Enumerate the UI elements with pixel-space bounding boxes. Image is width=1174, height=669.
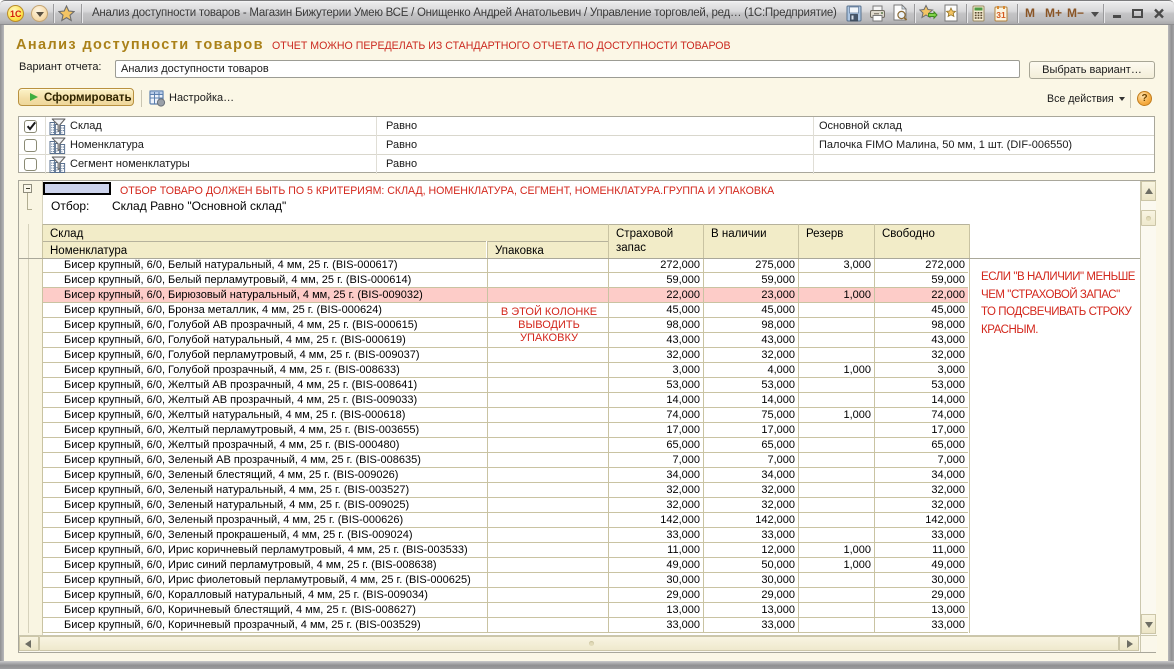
svg-text:31: 31 [996, 10, 1006, 20]
